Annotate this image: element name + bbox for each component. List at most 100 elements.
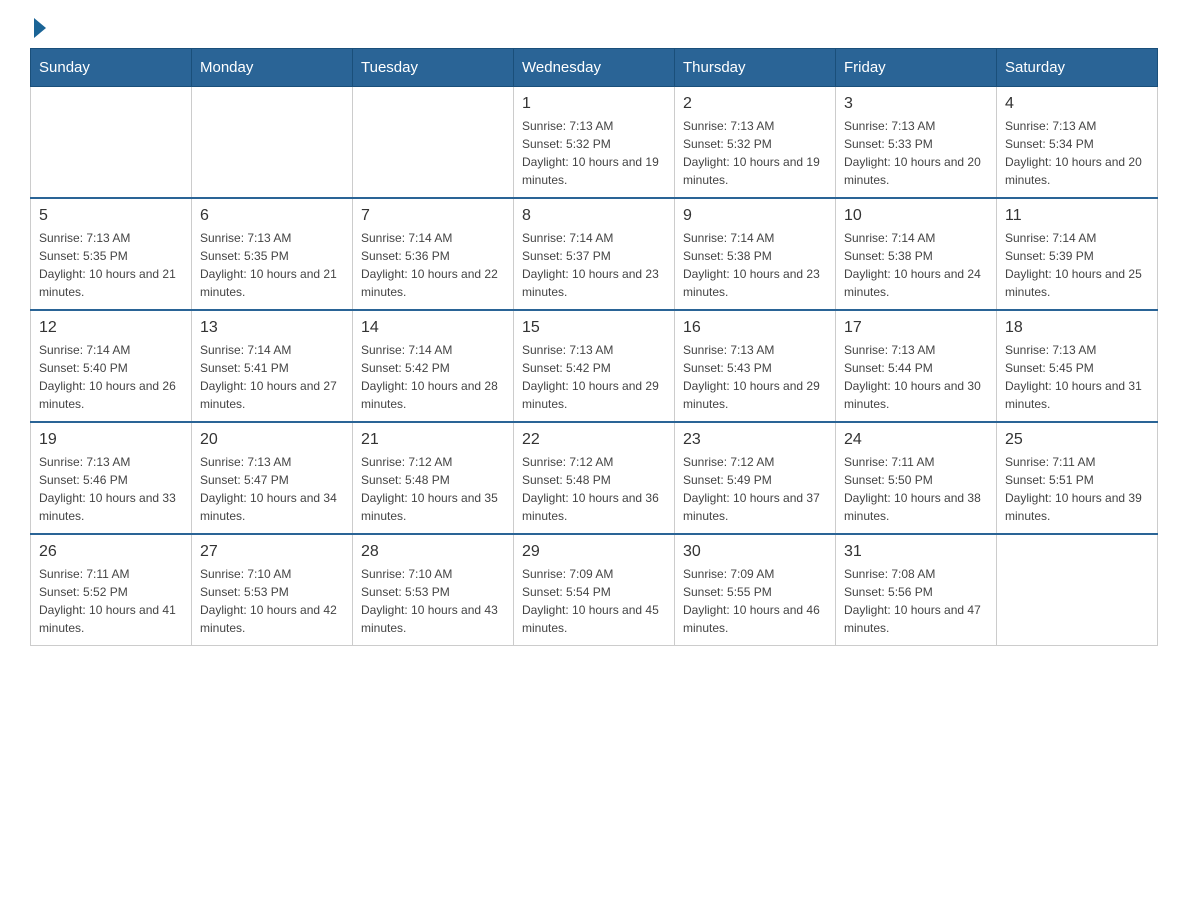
day-number: 22: [522, 431, 666, 449]
day-info: Sunrise: 7:14 AMSunset: 5:38 PMDaylight:…: [844, 229, 988, 301]
calendar-cell: 1Sunrise: 7:13 AMSunset: 5:32 PMDaylight…: [514, 87, 675, 199]
day-info: Sunrise: 7:13 AMSunset: 5:34 PMDaylight:…: [1005, 117, 1149, 189]
day-info: Sunrise: 7:14 AMSunset: 5:39 PMDaylight:…: [1005, 229, 1149, 301]
week-row-5: 26 Sunrise: 7:11 AMSunset: 5:52 PMDayligh…: [31, 534, 1158, 646]
day-number: 17: [844, 319, 988, 337]
calendar-cell: 29Sunrise: 7:09 AMSunset: 5:54 PMDayligh…: [514, 534, 675, 646]
calendar-cell: 4 Sunrise: 7:13 AMSunset: 5:34 PMDaylight…: [997, 87, 1158, 199]
calendar-cell: 7Sunrise: 7:14 AMSunset: 5:36 PMDaylight…: [353, 198, 514, 310]
day-info: Sunrise: 7:14 AMSunset: 5:40 PMDaylight:…: [39, 341, 183, 413]
day-number: 4: [1005, 95, 1149, 113]
day-header-tuesday: Tuesday: [353, 49, 514, 87]
calendar-cell: 27 Sunrise: 7:10 AMSunset: 5:53 PMDayligh…: [192, 534, 353, 646]
day-info: Sunrise: 7:14 AMSunset: 5:41 PMDaylight:…: [200, 341, 344, 413]
calendar-cell: 2Sunrise: 7:13 AMSunset: 5:32 PMDaylight…: [675, 87, 836, 199]
calendar-cell: 28 Sunrise: 7:10 AMSunset: 5:53 PMDayligh…: [353, 534, 514, 646]
day-number: 11: [1005, 207, 1149, 225]
day-number: 30: [683, 543, 827, 561]
day-header-wednesday: Wednesday: [514, 49, 675, 87]
calendar-cell: 11 Sunrise: 7:14 AMSunset: 5:39 PMDayligh…: [997, 198, 1158, 310]
day-number: 3: [844, 95, 988, 113]
day-number: 26: [39, 543, 183, 561]
day-header-thursday: Thursday: [675, 49, 836, 87]
day-number: 14: [361, 319, 505, 337]
calendar-cell: 31 Sunrise: 7:08 AMSunset: 5:56 PMDayligh…: [836, 534, 997, 646]
day-number: 27: [200, 543, 344, 561]
day-number: 13: [200, 319, 344, 337]
day-header-friday: Friday: [836, 49, 997, 87]
calendar-cell: 21Sunrise: 7:12 AMSunset: 5:48 PMDayligh…: [353, 422, 514, 534]
day-number: 19: [39, 431, 183, 449]
week-row-2: 5 Sunrise: 7:13 AMSunset: 5:35 PMDaylight…: [31, 198, 1158, 310]
calendar-cell: 18 Sunrise: 7:13 AMSunset: 5:45 PMDayligh…: [997, 310, 1158, 422]
day-number: 9: [683, 207, 827, 225]
calendar-cell: 30Sunrise: 7:09 AMSunset: 5:55 PMDayligh…: [675, 534, 836, 646]
day-info: Sunrise: 7:13 AMSunset: 5:43 PMDaylight:…: [683, 341, 827, 413]
day-number: 12: [39, 319, 183, 337]
day-number: 25: [1005, 431, 1149, 449]
calendar-cell: 3 Sunrise: 7:13 AMSunset: 5:33 PMDaylight…: [836, 87, 997, 199]
day-info: Sunrise: 7:13 AMSunset: 5:42 PMDaylight:…: [522, 341, 666, 413]
day-info: Sunrise: 7:11 AMSunset: 5:51 PMDaylight:…: [1005, 453, 1149, 525]
calendar-cell: 9 Sunrise: 7:14 AMSunset: 5:38 PMDaylight…: [675, 198, 836, 310]
week-row-1: 1Sunrise: 7:13 AMSunset: 5:32 PMDaylight…: [31, 87, 1158, 199]
day-info: Sunrise: 7:10 AMSunset: 5:53 PMDaylight:…: [200, 565, 344, 637]
week-row-4: 19 Sunrise: 7:13 AMSunset: 5:46 PMDayligh…: [31, 422, 1158, 534]
calendar-cell: 12 Sunrise: 7:14 AMSunset: 5:40 PMDayligh…: [31, 310, 192, 422]
calendar-cell: 19 Sunrise: 7:13 AMSunset: 5:46 PMDayligh…: [31, 422, 192, 534]
day-info: Sunrise: 7:13 AMSunset: 5:32 PMDaylight:…: [522, 117, 666, 189]
day-info: Sunrise: 7:13 AMSunset: 5:35 PMDaylight:…: [200, 229, 344, 301]
day-info: Sunrise: 7:13 AMSunset: 5:46 PMDaylight:…: [39, 453, 183, 525]
day-info: Sunrise: 7:08 AMSunset: 5:56 PMDaylight:…: [844, 565, 988, 637]
day-number: 18: [1005, 319, 1149, 337]
day-number: 6: [200, 207, 344, 225]
day-number: 10: [844, 207, 988, 225]
day-number: 24: [844, 431, 988, 449]
day-number: 15: [522, 319, 666, 337]
day-info: Sunrise: 7:13 AMSunset: 5:35 PMDaylight:…: [39, 229, 183, 301]
calendar-cell: 13 Sunrise: 7:14 AMSunset: 5:41 PMDayligh…: [192, 310, 353, 422]
calendar-cell: 24 Sunrise: 7:11 AMSunset: 5:50 PMDayligh…: [836, 422, 997, 534]
calendar-cell: 15 Sunrise: 7:13 AMSunset: 5:42 PMDayligh…: [514, 310, 675, 422]
calendar-header-row: SundayMondayTuesdayWednesdayThursdayFrid…: [31, 49, 1158, 87]
calendar-cell: 16 Sunrise: 7:13 AMSunset: 5:43 PMDayligh…: [675, 310, 836, 422]
day-info: Sunrise: 7:10 AMSunset: 5:53 PMDaylight:…: [361, 565, 505, 637]
day-number: 16: [683, 319, 827, 337]
day-number: 28: [361, 543, 505, 561]
day-header-sunday: Sunday: [31, 49, 192, 87]
day-number: 5: [39, 207, 183, 225]
calendar-cell: 8 Sunrise: 7:14 AMSunset: 5:37 PMDaylight…: [514, 198, 675, 310]
day-info: Sunrise: 7:13 AMSunset: 5:33 PMDaylight:…: [844, 117, 988, 189]
calendar-cell: 17 Sunrise: 7:13 AMSunset: 5:44 PMDayligh…: [836, 310, 997, 422]
day-info: Sunrise: 7:14 AMSunset: 5:37 PMDaylight:…: [522, 229, 666, 301]
calendar-cell: 6 Sunrise: 7:13 AMSunset: 5:35 PMDaylight…: [192, 198, 353, 310]
day-info: Sunrise: 7:11 AMSunset: 5:50 PMDaylight:…: [844, 453, 988, 525]
day-info: Sunrise: 7:12 AMSunset: 5:48 PMDaylight:…: [361, 453, 505, 525]
calendar-cell: 23Sunrise: 7:12 AMSunset: 5:49 PMDayligh…: [675, 422, 836, 534]
calendar-cell: [31, 87, 192, 199]
day-info: Sunrise: 7:13 AMSunset: 5:44 PMDaylight:…: [844, 341, 988, 413]
day-header-saturday: Saturday: [997, 49, 1158, 87]
day-info: Sunrise: 7:13 AMSunset: 5:45 PMDaylight:…: [1005, 341, 1149, 413]
day-info: Sunrise: 7:13 AMSunset: 5:32 PMDaylight:…: [683, 117, 827, 189]
calendar-cell: [192, 87, 353, 199]
week-row-3: 12 Sunrise: 7:14 AMSunset: 5:40 PMDayligh…: [31, 310, 1158, 422]
calendar-cell: [997, 534, 1158, 646]
calendar-cell: 5 Sunrise: 7:13 AMSunset: 5:35 PMDaylight…: [31, 198, 192, 310]
day-header-monday: Monday: [192, 49, 353, 87]
logo: [30, 20, 46, 38]
calendar-cell: 25 Sunrise: 7:11 AMSunset: 5:51 PMDayligh…: [997, 422, 1158, 534]
day-info: Sunrise: 7:14 AMSunset: 5:38 PMDaylight:…: [683, 229, 827, 301]
page-header: [30, 20, 1158, 38]
calendar-cell: 26 Sunrise: 7:11 AMSunset: 5:52 PMDayligh…: [31, 534, 192, 646]
day-number: 8: [522, 207, 666, 225]
calendar-cell: 20Sunrise: 7:13 AMSunset: 5:47 PMDayligh…: [192, 422, 353, 534]
day-info: Sunrise: 7:14 AMSunset: 5:42 PMDaylight:…: [361, 341, 505, 413]
calendar-cell: 22Sunrise: 7:12 AMSunset: 5:48 PMDayligh…: [514, 422, 675, 534]
calendar-cell: 10 Sunrise: 7:14 AMSunset: 5:38 PMDayligh…: [836, 198, 997, 310]
day-info: Sunrise: 7:11 AMSunset: 5:52 PMDaylight:…: [39, 565, 183, 637]
day-number: 20: [200, 431, 344, 449]
day-info: Sunrise: 7:09 AMSunset: 5:54 PMDaylight:…: [522, 565, 666, 637]
day-info: Sunrise: 7:14 AMSunset: 5:36 PMDaylight:…: [361, 229, 505, 301]
day-number: 31: [844, 543, 988, 561]
